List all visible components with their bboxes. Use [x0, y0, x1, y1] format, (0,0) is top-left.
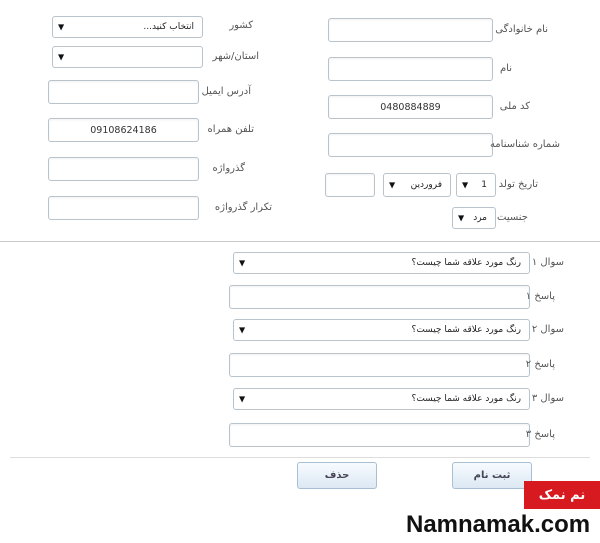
- country-select[interactable]: انتخاب کنید... ▼: [52, 16, 203, 38]
- id-number-label: شماره شناسنامه: [489, 139, 560, 150]
- security-question-1-select[interactable]: رنگ مورد علاقه شما چیست؟ ▼: [233, 252, 530, 274]
- email-label: آدرس ایمیل: [201, 86, 251, 97]
- security-question-1-label: سوال ۱: [531, 257, 564, 268]
- delete-button[interactable]: حذف: [297, 462, 377, 489]
- caret-down-icon: ▼: [239, 325, 246, 335]
- brand-logo: نم نمک: [524, 481, 600, 509]
- security-question-2-value: رنگ مورد علاقه شما چیست؟: [411, 325, 521, 335]
- phone-label: تلفن همراه: [207, 124, 254, 135]
- email-input[interactable]: [48, 80, 199, 104]
- national-code-label: کد ملی: [499, 101, 530, 112]
- security-question-3-value: رنگ مورد علاقه شما چیست؟: [411, 394, 521, 404]
- national-code-input[interactable]: [328, 95, 493, 119]
- caret-down-icon: ▼: [239, 394, 246, 404]
- gender-select[interactable]: مرد ▼: [452, 207, 496, 229]
- first-name-input[interactable]: [328, 57, 493, 81]
- security-answer-1-input[interactable]: [229, 285, 530, 309]
- caret-down-icon: ▼: [458, 213, 465, 223]
- phone-input[interactable]: [48, 118, 199, 142]
- caret-down-icon: ▼: [58, 52, 65, 62]
- last-name-input[interactable]: [328, 18, 493, 42]
- country-value: انتخاب کنید...: [143, 22, 194, 32]
- province-label: استان/شهر: [212, 51, 259, 62]
- security-answer-2-input[interactable]: [229, 353, 530, 377]
- password-repeat-label: تکرار گذرواژه: [214, 202, 272, 213]
- caret-down-icon: ▼: [239, 258, 246, 268]
- site-name: Namnamak.com: [406, 511, 591, 538]
- id-number-input[interactable]: [328, 133, 493, 157]
- birth-month-value: فروردین: [410, 180, 442, 190]
- caret-down-icon: ▼: [58, 22, 65, 32]
- password-label: گذرواژه: [212, 163, 245, 174]
- security-question-2-select[interactable]: رنگ مورد علاقه شما چیست؟ ▼: [233, 319, 530, 341]
- security-answer-3-label: پاسخ ۳: [525, 429, 555, 440]
- security-question-2-label: سوال ۲: [531, 324, 564, 335]
- birth-month-select[interactable]: فروردین ▼: [383, 173, 451, 197]
- security-question-1-value: رنگ مورد علاقه شما چیست؟: [411, 258, 521, 268]
- bottom-divider: [10, 457, 590, 458]
- gender-value: مرد: [473, 213, 487, 223]
- birth-year-input[interactable]: [325, 173, 375, 197]
- submit-button[interactable]: ثبت نام: [452, 462, 532, 489]
- security-answer-3-input[interactable]: [229, 423, 530, 447]
- country-label: کشور: [229, 20, 253, 31]
- security-question-3-select[interactable]: رنگ مورد علاقه شما چیست؟ ▼: [233, 388, 530, 410]
- security-answer-2-label: پاسخ ۲: [525, 359, 555, 370]
- gender-label: جنسیت: [497, 212, 528, 223]
- caret-down-icon: ▼: [462, 180, 469, 190]
- birth-date-label: تاریخ تولد: [498, 179, 538, 190]
- section-divider: [0, 241, 600, 242]
- last-name-label: نام خانوادگی: [495, 24, 548, 35]
- security-question-3-label: سوال ۳: [531, 393, 564, 404]
- password-input[interactable]: [48, 157, 199, 181]
- security-answer-1-label: پاسخ ۱: [525, 291, 555, 302]
- birth-day-value: 1: [481, 180, 487, 190]
- password-repeat-input[interactable]: [48, 196, 199, 220]
- first-name-label: نام: [499, 63, 512, 74]
- province-select[interactable]: ▼: [52, 46, 203, 68]
- birth-day-select[interactable]: 1 ▼: [456, 173, 496, 197]
- caret-down-icon: ▼: [389, 180, 396, 190]
